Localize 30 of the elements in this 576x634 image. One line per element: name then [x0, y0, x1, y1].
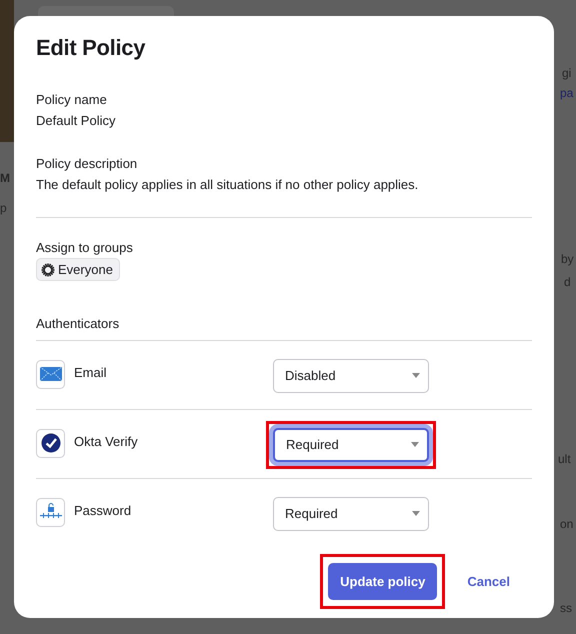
- check-badge-icon: [36, 428, 65, 458]
- field-value: Default Policy: [36, 112, 116, 130]
- backdrop-text: d: [564, 274, 571, 291]
- cancel-link[interactable]: Cancel: [463, 562, 514, 600]
- backdrop-text: ult: [558, 451, 571, 468]
- backdrop-text: p: [0, 200, 7, 217]
- backdrop-text: gi: [562, 65, 572, 82]
- caret-icon: [412, 373, 420, 378]
- backdrop-text: M: [0, 170, 10, 187]
- backdrop-text: on: [560, 516, 574, 533]
- authenticator-name: Email: [74, 364, 108, 382]
- envelope-icon: [36, 360, 65, 388]
- update-policy-button[interactable]: Update policy: [328, 562, 438, 600]
- backdrop-text: ss: [560, 600, 572, 617]
- caret-icon: [412, 511, 420, 516]
- section-label: Authenticators: [36, 314, 120, 332]
- authenticator-name: Password: [74, 502, 132, 520]
- field-value: The default policy applies in all situations if no other policy applies.: [36, 176, 420, 194]
- sunburst-icon: [41, 262, 55, 276]
- dropdown-select[interactable]: Required: [273, 496, 429, 530]
- backdrop-text: by: [561, 251, 574, 268]
- field-label: Assign to groups: [36, 239, 134, 257]
- dropdown-select[interactable]: Disabled: [273, 358, 429, 392]
- field-label: Policy description: [36, 155, 138, 173]
- field-label: Policy name: [36, 91, 108, 109]
- dialog-title: Edit Policy: [36, 34, 146, 62]
- authenticator-name: Okta Verify: [74, 432, 139, 451]
- caret-icon: [411, 442, 419, 447]
- group-chip: Everyone: [36, 258, 120, 281]
- padlock-icon: [36, 498, 65, 526]
